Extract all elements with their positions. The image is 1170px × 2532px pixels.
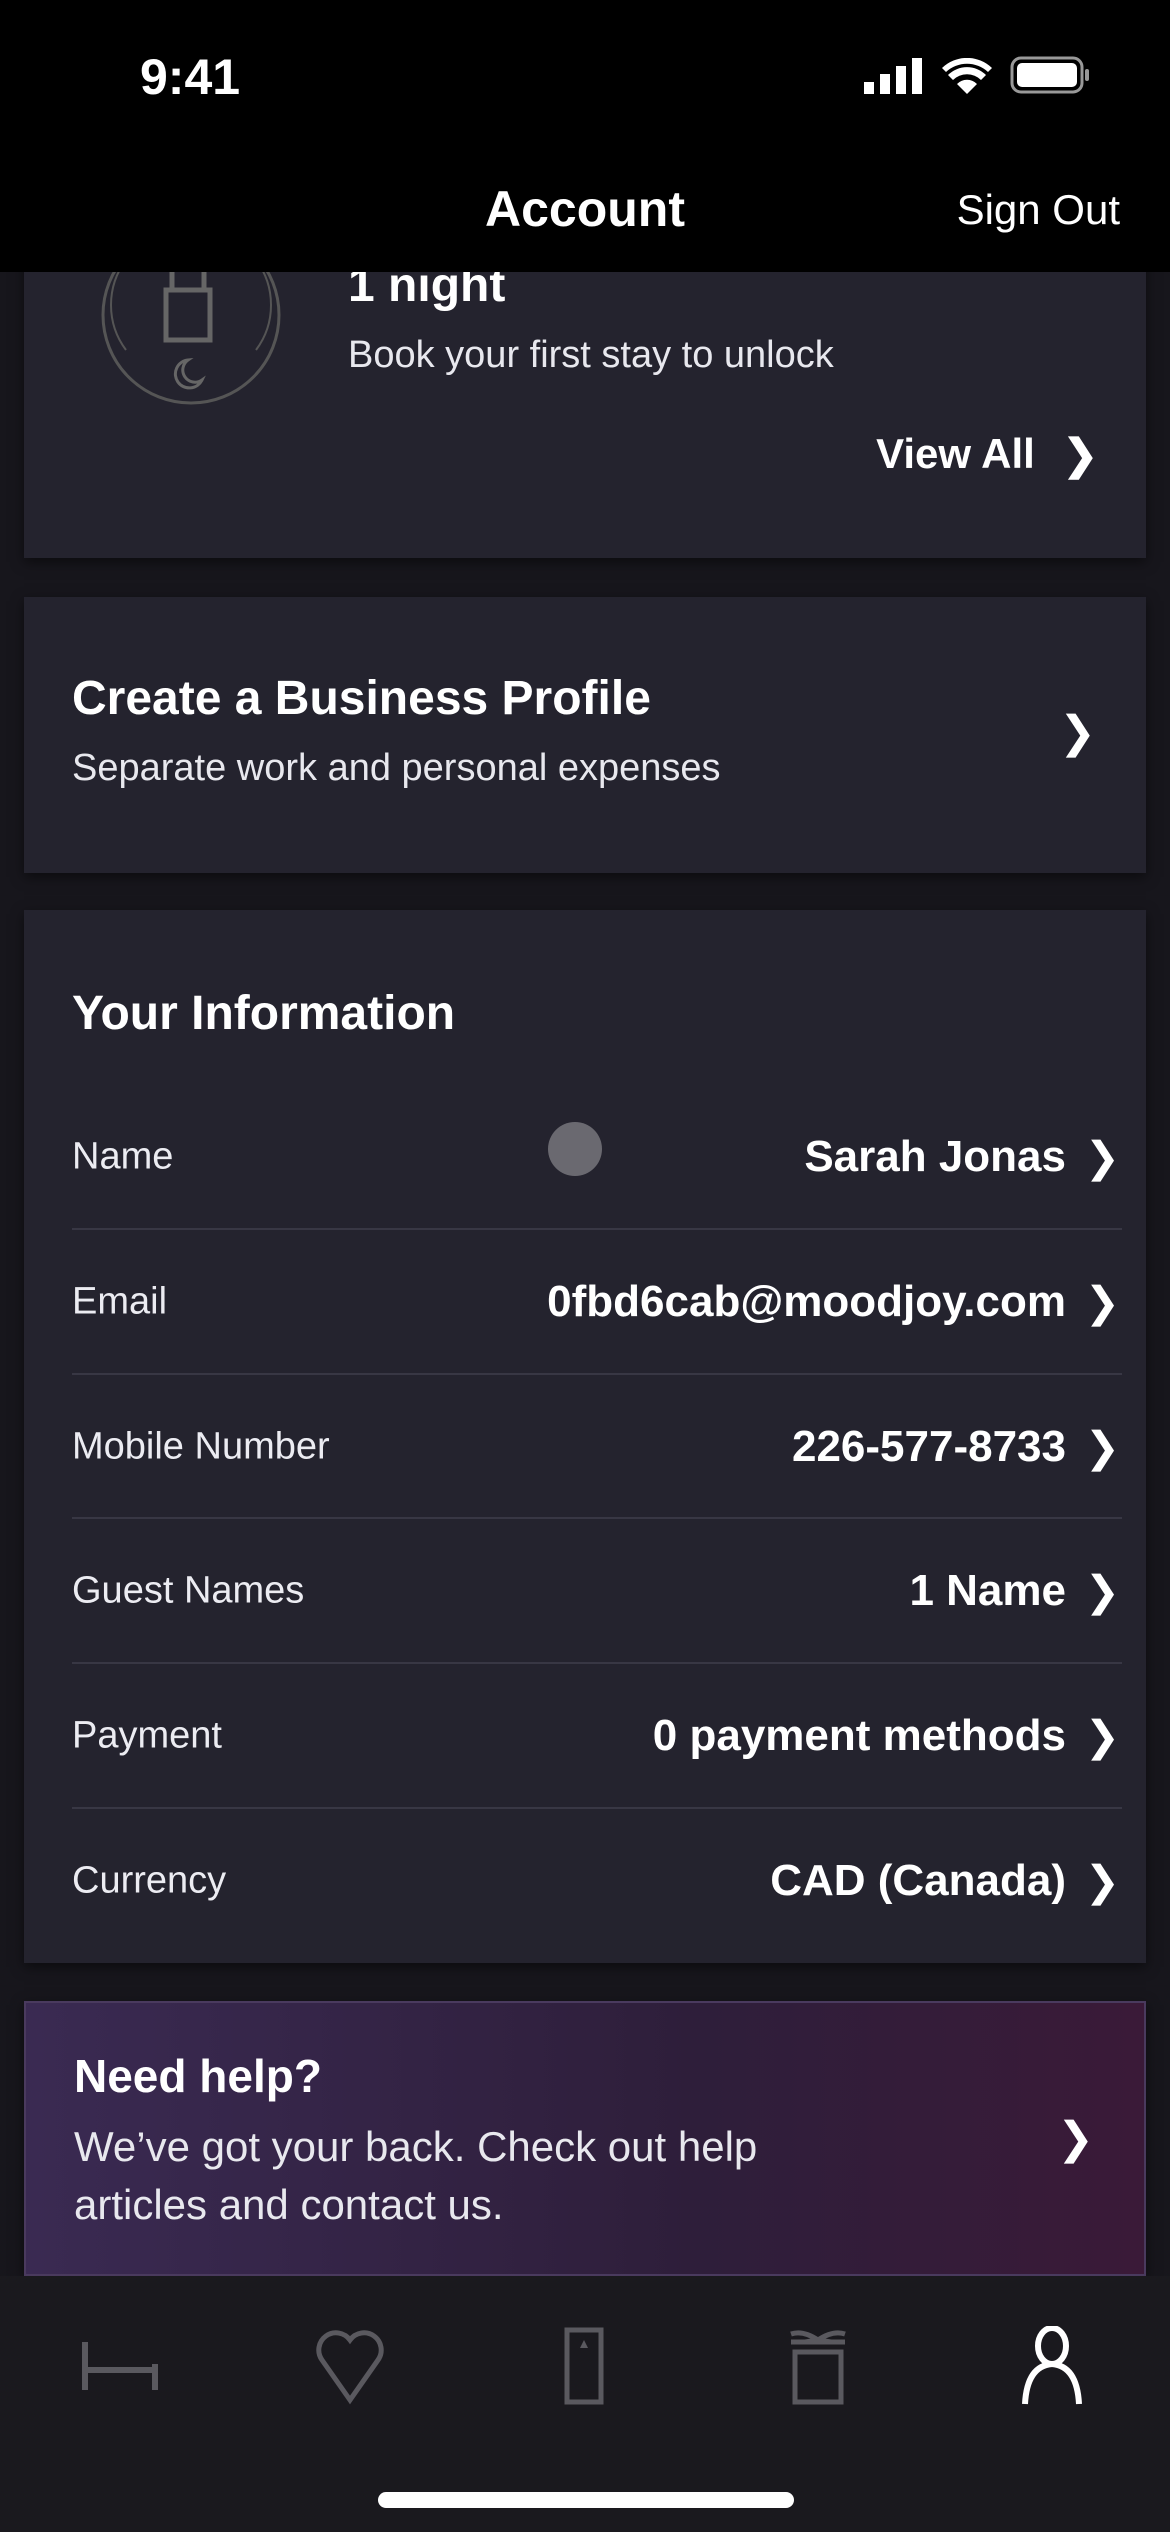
view-all-label: View All <box>876 430 1035 477</box>
tab-stays[interactable] <box>68 2326 168 2406</box>
chevron-right-icon: ❯ <box>1057 2114 1094 2163</box>
need-help-card[interactable]: Need help? We’ve got your back. Check ou… <box>24 2001 1146 2276</box>
your-information-card: Your Information Name Sarah Jonas ❯ Email 0… <box>24 910 1146 1963</box>
wifi-icon <box>942 58 992 94</box>
heart-icon <box>316 2330 384 2405</box>
chevron-right-icon: ❯ <box>1062 431 1098 478</box>
chevron-right-icon: ❯ <box>1084 1712 1120 1759</box>
view-all-button[interactable]: View All ❯ <box>876 430 1098 479</box>
row-value: Sarah Jonas <box>804 1131 1066 1181</box>
info-row-email[interactable]: Email 0fbd6cab@moodjoy.com ❯ <box>72 1229 1122 1374</box>
row-value: 0fbd6cab@moodjoy.com <box>547 1276 1066 1326</box>
home-indicator <box>378 2492 794 2508</box>
status-time: 9:41 <box>140 49 241 105</box>
person-icon <box>1022 2326 1082 2405</box>
create-business-profile-card[interactable]: Create a Business Profile Separate work … <box>24 597 1146 873</box>
help-line-1: We’ve got your back. Check out help <box>74 2123 758 2170</box>
signal-icon <box>864 58 922 94</box>
chevron-right-icon: ❯ <box>1084 1567 1120 1614</box>
info-row-guest-names[interactable]: Guest Names 1 Name ❯ <box>72 1518 1122 1663</box>
door-icon <box>564 2327 604 2405</box>
rewards-card: 1 night Book your first stay to unlock V… <box>24 225 1146 558</box>
tab-account[interactable] <box>1002 2326 1102 2406</box>
row-value: 226-577-8733 <box>791 1421 1066 1471</box>
chevron-right-icon: ❯ <box>1059 708 1096 757</box>
business-title: Create a Business Profile <box>72 672 651 725</box>
chevron-right-icon: ❯ <box>1084 1857 1120 1904</box>
info-row-payment[interactable]: Payment 0 payment methods ❯ <box>72 1663 1122 1808</box>
info-row-currency[interactable]: Currency CAD (Canada) ❯ <box>72 1808 1122 1953</box>
battery-icon <box>1010 56 1089 94</box>
help-line-2: articles and contact us. <box>74 2181 504 2228</box>
sign-out-button[interactable]: Sign Out <box>957 186 1120 234</box>
bed-icon <box>82 2342 158 2390</box>
tab-bookings[interactable] <box>535 2326 635 2406</box>
info-row-name[interactable]: Name Sarah Jonas ❯ <box>72 1084 1122 1229</box>
row-label: Mobile Number <box>72 1425 330 1467</box>
row-label: Name <box>72 1135 174 1177</box>
info-title: Your Information <box>72 987 456 1040</box>
chevron-right-icon: ❯ <box>1084 1423 1120 1470</box>
row-label: Payment <box>72 1714 222 1756</box>
chevron-right-icon: ❯ <box>1084 1278 1120 1325</box>
status-bar: 9:41 <box>0 0 1170 160</box>
row-label: Currency <box>72 1859 227 1901</box>
row-value: 1 Name <box>909 1565 1066 1615</box>
row-label: Email <box>72 1280 168 1322</box>
row-value: CAD (Canada) <box>770 1855 1066 1905</box>
tab-rewards[interactable] <box>768 2326 868 2406</box>
info-row-mobile[interactable]: Mobile Number 226-577-8733 ❯ <box>72 1374 1122 1519</box>
tab-favorites[interactable] <box>300 2326 400 2406</box>
chevron-right-icon: ❯ <box>1084 1133 1120 1180</box>
business-subtitle: Separate work and personal expenses <box>72 747 721 789</box>
gift-icon <box>790 2330 846 2405</box>
nav-header: Account Sign Out <box>0 160 1170 272</box>
row-value: 0 payment methods <box>652 1710 1066 1760</box>
rewards-subtitle: Book your first stay to unlock <box>348 334 834 376</box>
row-label: Guest Names <box>72 1569 305 1611</box>
help-title: Need help? <box>74 2050 322 2102</box>
